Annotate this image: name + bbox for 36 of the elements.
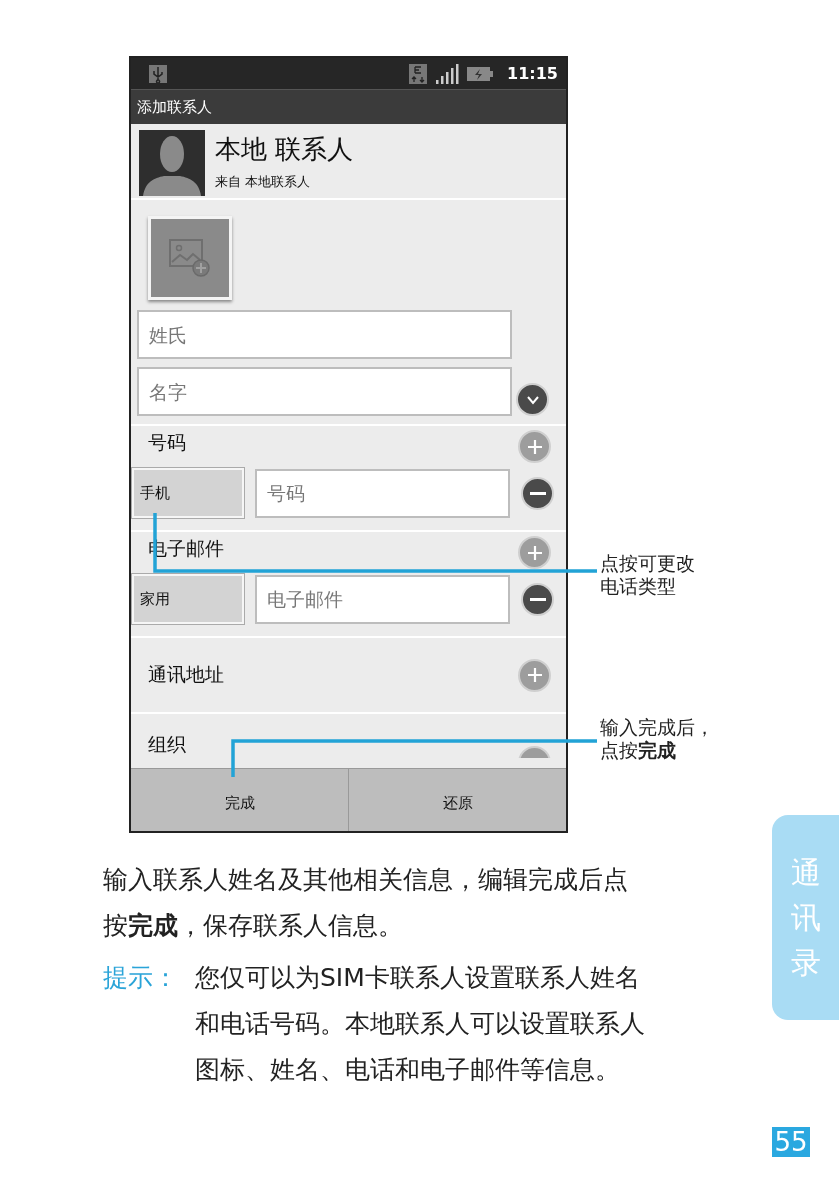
section-title: 组织 [148, 732, 186, 757]
name-field[interactable]: 姓氏 [137, 310, 512, 359]
add-button[interactable] [518, 536, 551, 569]
page-number: 55 [772, 1127, 810, 1157]
add-button[interactable] [518, 658, 551, 692]
chapter-title: 通讯录 [790, 854, 821, 982]
data-icon [409, 63, 428, 84]
add-button[interactable] [518, 430, 551, 463]
signal-icon [435, 63, 460, 84]
name-field[interactable]: 名字 [137, 367, 512, 416]
battery-icon [467, 66, 494, 81]
callout-text: 点按可更改 电话类型 [600, 552, 695, 598]
remove-button[interactable] [521, 476, 554, 510]
clock: 11:15 [507, 64, 558, 83]
usb-icon [149, 64, 167, 83]
minus-icon [529, 491, 546, 495]
add-picture-icon [168, 238, 212, 278]
entry-field[interactable]: 号码 [255, 468, 510, 518]
account-source: 来自 本地联系人 [215, 173, 312, 191]
add-photo-button[interactable] [148, 216, 232, 300]
account-name: 本地 联系人 [215, 133, 354, 166]
minus-icon [529, 597, 546, 601]
action-button[interactable]: 完成 [131, 769, 349, 831]
entry-field[interactable]: 电子邮件 [255, 574, 510, 624]
callout-text: 输入完成后， 点按完成 [600, 716, 714, 762]
tip-text: 您仅可以为SIM卡联系人设置联系人姓名 和电话号码。本地联系人可以设置联系人 图标、姓名、电话和电子邮件等信息。 [195, 962, 645, 1086]
section-title: 通讯地址 [148, 662, 224, 687]
instruction-text: 输入联系人姓名及其他相关信息，编辑完成后点 按完成，保存联系人信息。 [103, 864, 629, 942]
type-selector[interactable]: 家用 [132, 574, 244, 624]
action-button[interactable]: 还原 [349, 769, 566, 831]
type-selector[interactable]: 手机 [132, 468, 244, 518]
section-title: 号码 [148, 430, 186, 455]
screen-title: 添加联系人 [137, 97, 212, 117]
remove-button[interactable] [521, 582, 554, 616]
expand-button[interactable] [516, 383, 549, 416]
tip-label: 提示： [103, 962, 179, 994]
